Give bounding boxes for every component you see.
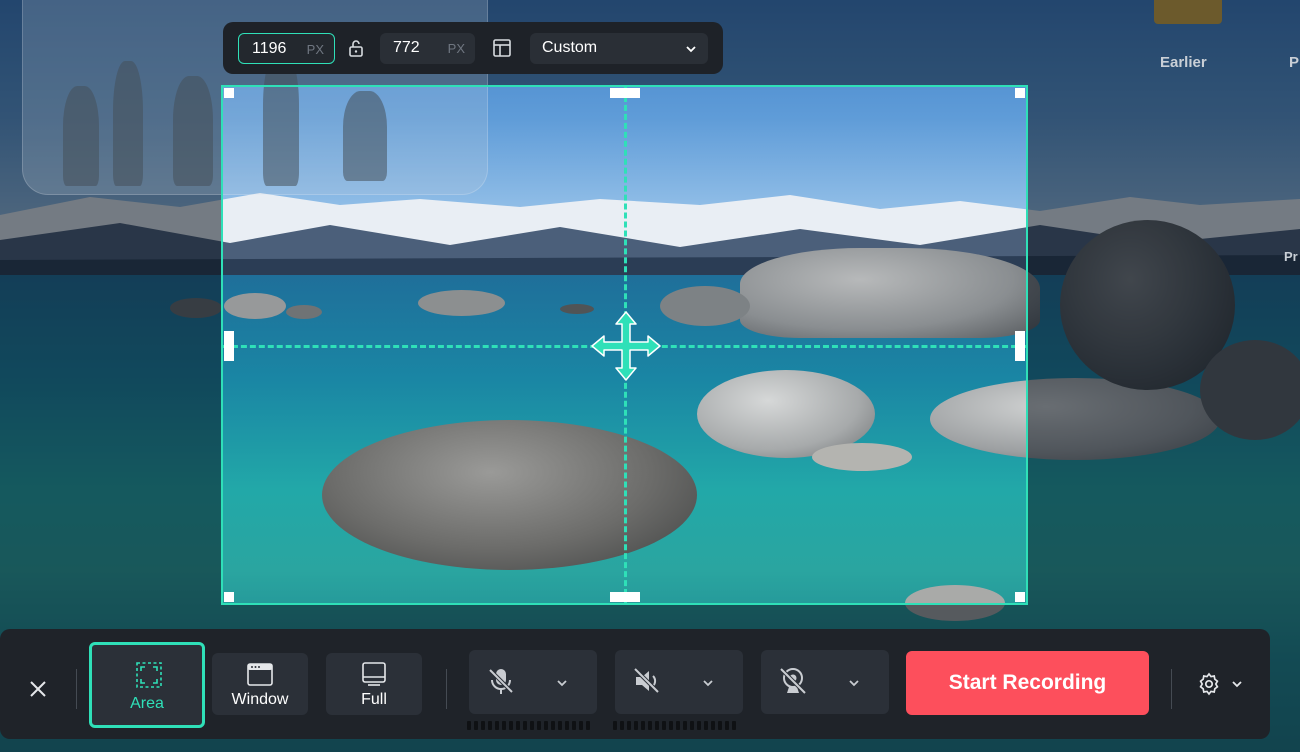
- width-value: 1196: [252, 40, 287, 57]
- webcam-off-icon: [779, 667, 807, 695]
- divider: [76, 669, 77, 709]
- layout-icon[interactable]: [490, 36, 514, 60]
- audio-level-meter: [613, 721, 736, 730]
- chevron-down-icon: [849, 680, 859, 687]
- divider: [1171, 669, 1172, 709]
- desktop-label: Pr: [1284, 249, 1298, 264]
- resize-handle-bottom-right[interactable]: [1015, 592, 1025, 602]
- aspect-preset-select[interactable]: Custom: [530, 33, 708, 64]
- speaker-muted-icon: [633, 667, 660, 694]
- microphone-muted-icon: [488, 668, 514, 694]
- window-icon: [247, 663, 273, 686]
- mode-window-button[interactable]: Window: [212, 653, 308, 715]
- area-select-icon: [136, 662, 162, 688]
- webcam-select[interactable]: [761, 650, 889, 714]
- divider: [446, 669, 447, 709]
- desktop-label: P: [1289, 54, 1300, 71]
- mode-window-label: Window: [231, 691, 289, 708]
- resize-handle-left[interactable]: [224, 331, 234, 361]
- mode-full-button[interactable]: Full: [326, 653, 422, 715]
- gear-icon: [1199, 672, 1219, 696]
- chevron-down-icon: [686, 46, 696, 53]
- preset-value: Custom: [542, 39, 598, 56]
- height-value: 772: [393, 39, 420, 56]
- height-unit: PX: [447, 41, 465, 56]
- chevron-down-icon: [1232, 681, 1242, 688]
- resize-handle-bottom-left[interactable]: [224, 592, 234, 602]
- resize-handle-top[interactable]: [610, 88, 640, 98]
- system-audio-select[interactable]: [615, 650, 743, 714]
- start-recording-button[interactable]: Start Recording: [906, 651, 1149, 715]
- mode-area-button[interactable]: Area: [89, 642, 205, 728]
- move-arrows-icon[interactable]: [590, 310, 662, 382]
- chevron-down-icon: [703, 680, 713, 687]
- resize-handle-top-right[interactable]: [1015, 88, 1025, 98]
- resize-handle-bottom[interactable]: [610, 592, 640, 602]
- microphone-select[interactable]: [469, 650, 597, 714]
- resize-handle-top-left[interactable]: [224, 88, 234, 98]
- mic-level-meter: [467, 721, 590, 730]
- unlock-icon[interactable]: [344, 36, 368, 60]
- close-icon[interactable]: [26, 677, 50, 701]
- width-unit: PX: [306, 42, 324, 57]
- width-input[interactable]: 1196 PX: [238, 33, 335, 64]
- resize-handle-right[interactable]: [1015, 331, 1025, 361]
- mode-area-label: Area: [130, 695, 164, 712]
- recording-toolbar: Area Window Full Start Recording: [0, 629, 1270, 739]
- desktop-label: Earlier: [1160, 54, 1207, 71]
- size-toolbar: 1196 PX 772 PX Custom: [223, 22, 723, 74]
- mode-full-label: Full: [361, 691, 387, 708]
- height-input[interactable]: 772 PX: [380, 33, 475, 64]
- fullscreen-icon: [362, 662, 386, 686]
- desktop-file-thumbnail[interactable]: [1154, 0, 1222, 24]
- settings-menu-button[interactable]: [1196, 671, 1246, 697]
- chevron-down-icon: [557, 680, 567, 687]
